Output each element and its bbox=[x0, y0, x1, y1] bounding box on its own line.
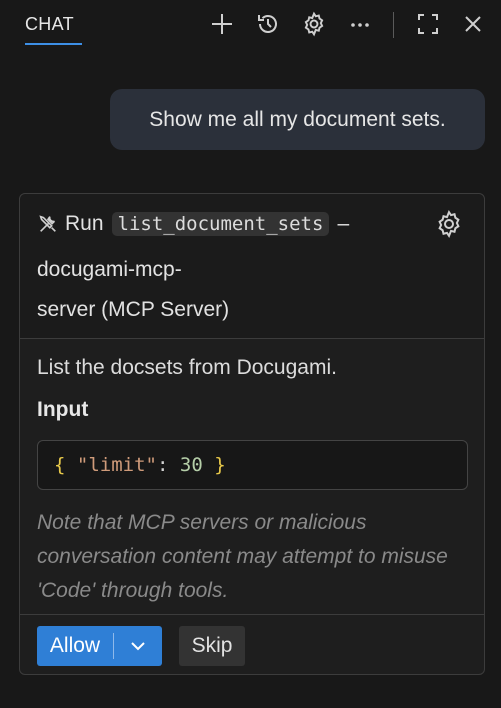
plus-icon[interactable] bbox=[208, 10, 236, 38]
close-icon[interactable] bbox=[459, 10, 487, 38]
tool-name: list_document_sets bbox=[111, 212, 330, 236]
json-colon: : bbox=[156, 454, 169, 476]
tool-card-actions: Allow Skip bbox=[20, 614, 484, 674]
allow-button[interactable]: Allow bbox=[37, 626, 162, 666]
tool-settings-gear-icon[interactable] bbox=[434, 209, 464, 239]
tab-chat[interactable]: CHAT bbox=[25, 14, 74, 35]
header-divider bbox=[393, 12, 394, 38]
skip-button[interactable]: Skip bbox=[179, 626, 245, 666]
chevron-down-icon[interactable] bbox=[114, 636, 162, 656]
tool-card-header: Run list_document_sets – docugami-mcp- s… bbox=[20, 194, 484, 339]
allow-label: Allow bbox=[49, 634, 101, 657]
user-message-bubble: Show me all my document sets. bbox=[110, 89, 485, 150]
more-icon[interactable] bbox=[346, 10, 374, 38]
maximize-icon[interactable] bbox=[414, 10, 442, 38]
user-message-text: Show me all my document sets. bbox=[149, 107, 446, 131]
gear-icon[interactable] bbox=[300, 10, 328, 38]
run-label: Run bbox=[65, 212, 104, 235]
json-open-brace: { bbox=[54, 454, 66, 476]
chat-header: CHAT bbox=[0, 0, 501, 52]
tools-icon bbox=[37, 213, 59, 235]
history-icon[interactable] bbox=[254, 10, 282, 38]
json-key: "limit" bbox=[76, 454, 157, 476]
security-note: Note that MCP servers or malicious conve… bbox=[37, 511, 448, 602]
server-name-line2: server (MCP Server) bbox=[37, 298, 230, 321]
skip-label: Skip bbox=[191, 634, 233, 657]
input-json-box[interactable]: { "limit": 30 } bbox=[37, 440, 468, 490]
tool-description: List the docsets from Docugami. bbox=[37, 356, 337, 379]
json-value: 30 bbox=[179, 454, 203, 476]
tab-active-indicator bbox=[25, 43, 82, 45]
json-close-brace: } bbox=[214, 454, 226, 476]
tool-run-line: Run list_document_sets – bbox=[37, 212, 349, 236]
server-name-line1: docugami-mcp- bbox=[37, 258, 182, 281]
input-heading: Input bbox=[37, 398, 89, 421]
run-dash: – bbox=[337, 212, 350, 235]
tool-confirmation-card: Run list_document_sets – docugami-mcp- s… bbox=[19, 193, 485, 675]
